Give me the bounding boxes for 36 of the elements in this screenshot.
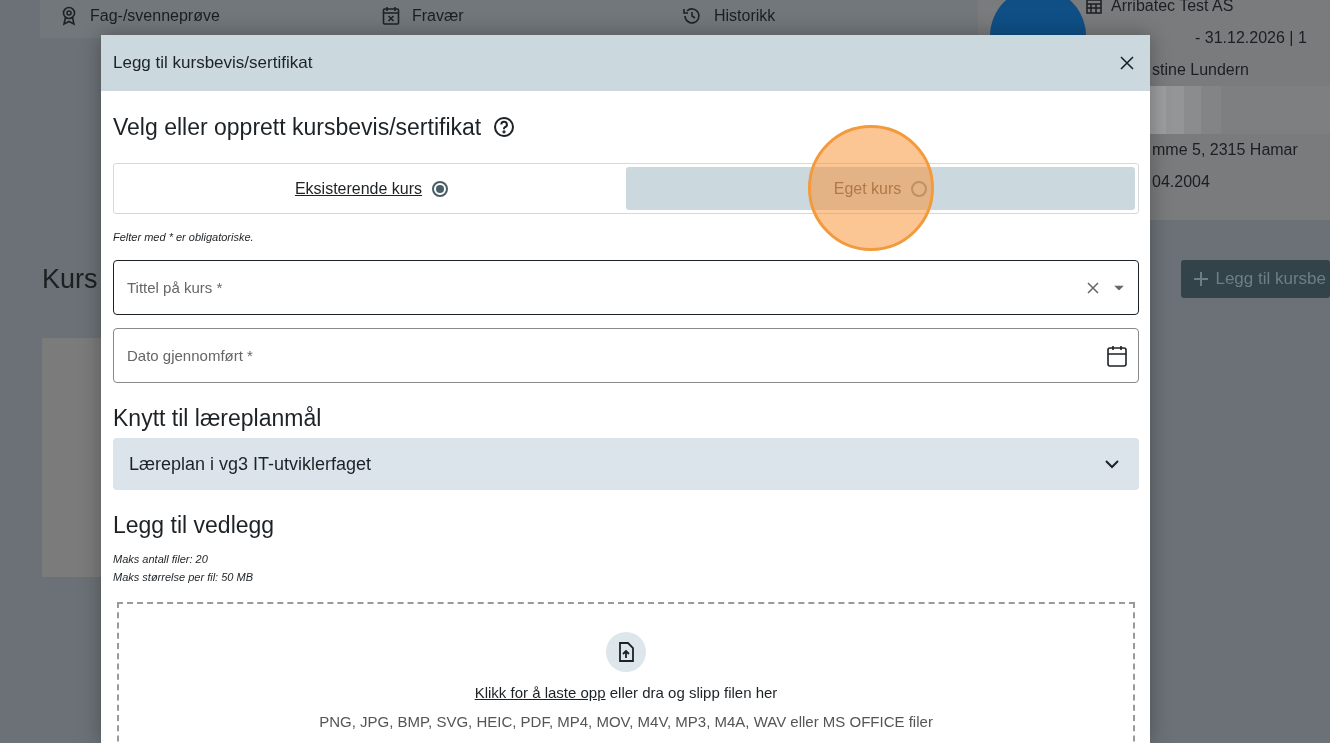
calendar-icon[interactable] bbox=[1107, 344, 1127, 367]
file-dropzone[interactable]: Klikk for å laste opp eller dra og slipp filen her PNG, JPG, BMP, SVG, HEIC, PDF, MP4, MOV, M4V, MP3, M4A, WAV eller MS OFFICE filer bbox=[117, 602, 1135, 743]
curriculum-accordion[interactable]: Læreplan i vg3 IT-utviklerfaget bbox=[113, 438, 1139, 490]
profile-text: mme 5, 2315 Hamar bbox=[1152, 140, 1299, 160]
upload-link[interactable]: Klikk for å laste opp bbox=[474, 684, 606, 701]
company-name: Arribatec Test AS bbox=[1111, 0, 1234, 15]
period-text: - 31.12.2026 | 1 bbox=[1195, 29, 1307, 47]
file-formats: PNG, JPG, BMP, SVG, HEIC, PDF, MP4, MOV, M4V, MP3, M4A, WAV eller MS OFFICE filer bbox=[319, 713, 933, 730]
award-icon bbox=[60, 6, 78, 26]
date-field[interactable]: Dato gjennomført * bbox=[113, 328, 1139, 383]
upload-instruction: Klikk for å laste opp eller dra og slipp filen her bbox=[474, 684, 778, 701]
calendar-x-icon bbox=[382, 6, 400, 26]
history-icon bbox=[682, 6, 702, 26]
profile-text: stine Lundern bbox=[1152, 60, 1250, 80]
radio-option[interactable]: Eget kurs bbox=[626, 167, 1135, 210]
help-icon[interactable] bbox=[493, 116, 516, 138]
section-title: Kurs bbox=[42, 263, 98, 295]
tab[interactable]: Fravær bbox=[382, 6, 682, 26]
building-icon bbox=[1086, 0, 1102, 14]
select-field[interactable]: Tittel på kurs * bbox=[113, 260, 1139, 315]
clear-icon[interactable] bbox=[1087, 281, 1099, 294]
dialog-title: Legg til kursbevis/sertifikat bbox=[113, 53, 313, 73]
close-icon bbox=[1120, 56, 1134, 70]
profile-text: 04.2004 bbox=[1152, 172, 1211, 192]
plus-icon bbox=[1193, 271, 1210, 287]
required-note: Felter med * er obligatoriske. bbox=[113, 231, 255, 243]
section-heading: Knytt til læreplanmål bbox=[113, 404, 322, 432]
file-upload-icon bbox=[618, 642, 634, 662]
section-heading: Legg til vedlegg bbox=[113, 511, 275, 539]
dropdown-caret-icon[interactable] bbox=[1114, 285, 1124, 290]
limit-note: Maks størrelse per fil: 50 MB bbox=[113, 570, 254, 584]
limit-note: Maks antall filer: 20 bbox=[113, 552, 209, 566]
tab[interactable]: Historikk bbox=[682, 6, 978, 26]
section-heading: Velg eller opprett kursbevis/sertifikat bbox=[113, 113, 482, 141]
add-course-button[interactable]: Legg til kursbe bbox=[1181, 260, 1330, 298]
tab[interactable]: Fag-/svenneprøve bbox=[60, 6, 382, 26]
